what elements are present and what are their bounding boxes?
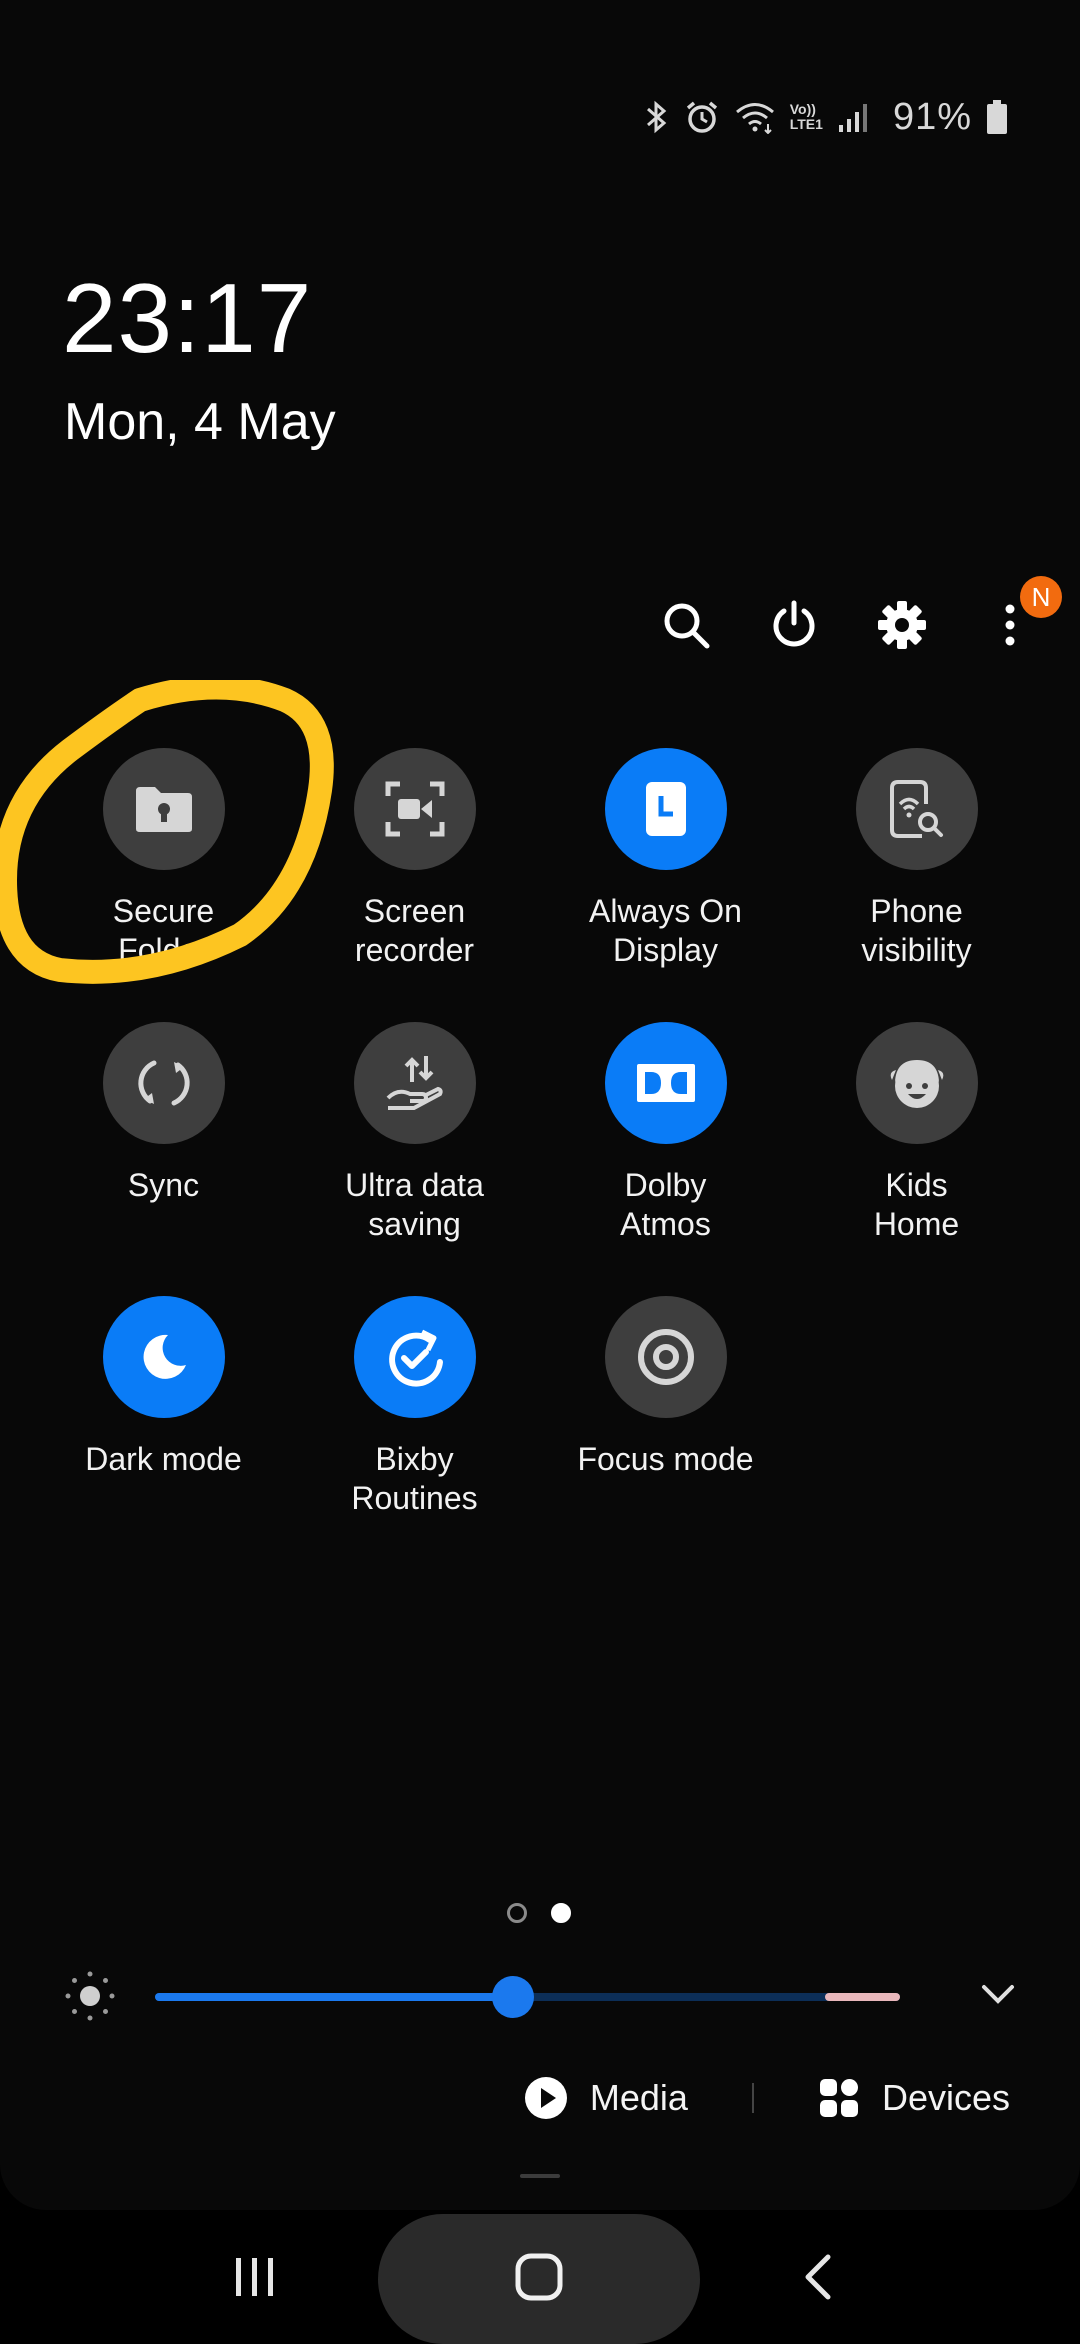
- devices-grid-icon: [819, 2079, 858, 2117]
- brightness-sun-icon: [65, 1971, 115, 2021]
- tile-label: Dolby Atmos: [620, 1167, 711, 1242]
- tile-button[interactable]: [102, 1022, 225, 1144]
- tile-always-on-display[interactable]: Always On Display: [540, 748, 791, 970]
- tile-sync[interactable]: Sync: [38, 1022, 289, 1244]
- search-button[interactable]: [656, 590, 716, 660]
- quick-panel-toolbar: N: [656, 576, 1062, 660]
- quick-settings-grid: Secure Folder Screen recorder Always On …: [38, 748, 1042, 1518]
- tile-label: Sync: [127, 1167, 200, 1203]
- back-icon: [805, 2254, 831, 2300]
- tile-secure-folder[interactable]: Secure Folder: [38, 748, 289, 970]
- secure-folder-icon: [135, 787, 192, 832]
- tile-label: Screen recorder: [354, 893, 475, 968]
- lte-label: LTE1: [789, 116, 823, 132]
- home-icon: [515, 2253, 563, 2301]
- tile-label: Secure Folder: [112, 893, 215, 968]
- signal-icon: [837, 101, 871, 133]
- tile-bixby-routines[interactable]: Bixby Routines: [289, 1296, 540, 1518]
- battery-icon: [986, 100, 1008, 134]
- tile-label: Ultra data saving: [345, 1167, 484, 1242]
- clock-time: 23:17: [62, 263, 313, 373]
- devices-button[interactable]: Devices: [818, 2077, 1010, 2119]
- brightness-high-zone: [825, 1993, 900, 2001]
- power-icon: [773, 600, 815, 647]
- battery-percent: 91%: [892, 95, 972, 138]
- more-options-button[interactable]: N: [980, 576, 1062, 660]
- tile-button[interactable]: [102, 748, 225, 870]
- tile-dolby-atmos[interactable]: Dolby Atmos: [540, 1022, 791, 1244]
- tile-label: Phone visibility: [861, 893, 972, 968]
- divider: [751, 2083, 754, 2113]
- tile-kids-home[interactable]: Kids Home: [791, 1022, 1042, 1244]
- sync-icon: [137, 1060, 190, 1106]
- alarm-icon: [684, 99, 720, 135]
- more-options-icon: [1005, 604, 1015, 646]
- volte-icon: Vo)) LTE1: [790, 102, 823, 132]
- recent-apps-button[interactable]: [185, 2214, 325, 2340]
- brightness-slider[interactable]: [155, 1976, 900, 2018]
- tile-button[interactable]: [855, 1022, 978, 1144]
- power-button[interactable]: [764, 590, 824, 660]
- navigation-bar: [0, 2214, 1080, 2344]
- tile-button[interactable]: [353, 1022, 476, 1144]
- recent-apps-icon: [236, 2258, 273, 2296]
- dark-mode-moon-icon: [143, 1334, 186, 1379]
- tile-button[interactable]: [604, 748, 727, 870]
- settings-button[interactable]: [872, 590, 932, 660]
- notification-badge: N: [1020, 576, 1062, 618]
- focus-mode-icon: [637, 1329, 694, 1385]
- brightness-control: [60, 1966, 1020, 2026]
- tile-label: Bixby Routines: [351, 1441, 478, 1516]
- tile-button[interactable]: [353, 748, 476, 870]
- tile-screen-recorder[interactable]: Screen recorder: [289, 748, 540, 970]
- phone-visibility-icon: [889, 780, 943, 838]
- page-dot-1[interactable]: [507, 1903, 527, 1923]
- page-dot-2[interactable]: [551, 1903, 571, 1923]
- tile-label: Always On Display: [589, 893, 742, 968]
- panel-drag-handle[interactable]: [520, 2174, 560, 2178]
- tile-button[interactable]: [604, 1022, 727, 1144]
- media-button[interactable]: Media: [524, 2076, 688, 2120]
- screen-recorder-icon: [385, 781, 444, 837]
- dolby-atmos-icon: [636, 1064, 695, 1102]
- tile-ultra-data-saving[interactable]: Ultra data saving: [289, 1022, 540, 1244]
- media-label: Media: [589, 2077, 688, 2118]
- brightness-slider-fill: [155, 1993, 513, 2001]
- tile-label: Dark mode: [85, 1441, 242, 1477]
- brightness-slider-thumb[interactable]: [491, 1976, 534, 2018]
- home-button[interactable]: [469, 2214, 609, 2340]
- volte-label: Vo)): [789, 101, 816, 117]
- tile-button[interactable]: [353, 1296, 476, 1418]
- tile-phone-visibility[interactable]: Phone visibility: [791, 748, 1042, 970]
- status-bar: Vo)) LTE1 91%: [644, 92, 1008, 142]
- tile-button[interactable]: [102, 1296, 225, 1418]
- clock-date: Mon, 4 May: [64, 393, 336, 451]
- tile-button[interactable]: [855, 748, 978, 870]
- wifi-icon: [734, 100, 776, 134]
- always-on-display-icon: [645, 782, 686, 836]
- devices-label: Devices: [881, 2077, 1010, 2118]
- search-icon: [664, 603, 710, 649]
- bluetooth-icon: [644, 99, 670, 135]
- tile-dark-mode[interactable]: Dark mode: [38, 1296, 289, 1518]
- tile-button[interactable]: [604, 1296, 727, 1418]
- back-button[interactable]: [748, 2214, 888, 2340]
- settings-gear-icon: [878, 601, 926, 649]
- ultra-data-saving-icon: [386, 1056, 443, 1110]
- tile-label: Kids Home: [873, 1167, 960, 1242]
- play-icon: [524, 2077, 567, 2119]
- bixby-routines-icon: [388, 1329, 443, 1387]
- media-devices-bar: Media Devices: [524, 2076, 1010, 2120]
- tile-focus-mode[interactable]: Focus mode: [540, 1296, 791, 1518]
- chevron-down-icon[interactable]: [976, 1972, 1020, 2016]
- kids-home-icon: [890, 1060, 943, 1108]
- tile-label: Focus mode: [577, 1441, 754, 1477]
- page-indicator: [507, 1903, 571, 1923]
